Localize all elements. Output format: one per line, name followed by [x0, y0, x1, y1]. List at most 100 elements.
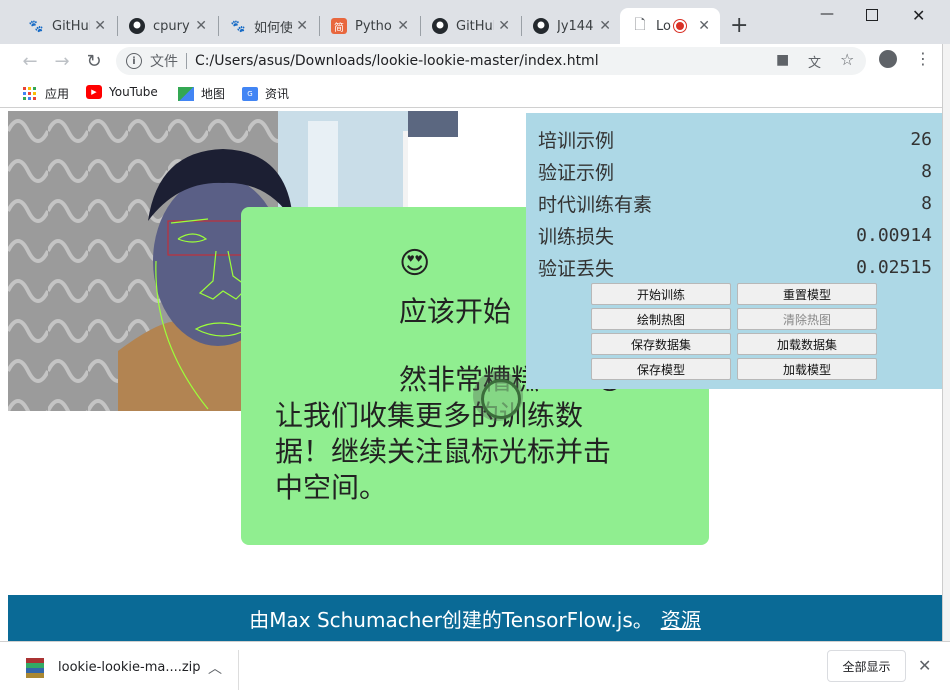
close-tab-icon[interactable]: ✕ [94, 18, 106, 34]
tab-1[interactable]: 🐾 GitHub ✕ [16, 8, 116, 44]
close-window-icon[interactable]: ✕ [912, 6, 925, 25]
start-training-button[interactable]: 开始训练 [591, 283, 731, 305]
browser-window: 🐾 GitHub ✕ cpury ✕ 🐾 如何使 ✕ 简 Python ✕ [0, 0, 950, 697]
camera-icon[interactable]: ■ [776, 52, 789, 68]
tab-4[interactable]: 简 Python ✕ [319, 8, 419, 44]
reset-model-button[interactable]: 重置模型 [737, 283, 877, 305]
github-icon [129, 18, 145, 34]
tab-2[interactable]: cpury ✕ [117, 8, 217, 44]
side-window-edge [942, 44, 950, 644]
show-all-button[interactable]: 全部显示 [827, 650, 906, 682]
apps-grid-icon [22, 86, 38, 101]
bookmark-maps[interactable]: 地图 [178, 85, 225, 102]
github-icon [533, 18, 549, 34]
save-model-button[interactable]: 保存模型 [591, 358, 731, 380]
close-icon[interactable]: ✕ [918, 656, 931, 675]
training-stats-panel: 培训示例 26 验证示例 8 时代训练有素 8 训练损失 0.00914 验证丢… [526, 113, 942, 389]
emoji-heart-eyes: 😍 [399, 246, 431, 281]
tab-title: GitHub [52, 18, 90, 34]
bookmark-news[interactable]: G 资讯 [242, 85, 289, 102]
card-line-3: 让我们收集更多的训练数 [275, 399, 584, 432]
tab-title: GitHub [456, 18, 494, 34]
tab-title: Jy144 [557, 18, 594, 34]
draw-heatmap-button[interactable]: 绘制热图 [591, 308, 731, 330]
tab-5[interactable]: GitHub ✕ [420, 8, 520, 44]
stat-training-loss: 训练损失 0.00914 [538, 219, 932, 251]
reload-icon[interactable]: ↻ [82, 49, 106, 73]
paw-icon: 🐾 [230, 19, 246, 33]
tab-6[interactable]: Jy144 ✕ [521, 8, 621, 44]
stat-validation-examples: 验证示例 8 [538, 155, 932, 187]
bookmark-label: YouTube [109, 85, 158, 99]
forward-icon[interactable]: → [50, 49, 74, 73]
load-dataset-button[interactable]: 加载数据集 [737, 333, 877, 355]
paw-icon: 🐾 [28, 19, 44, 33]
tab-title: 如何使 [254, 20, 292, 36]
stat-label: 验证示例 [538, 161, 615, 184]
card-line-5: 中空间。 [275, 471, 388, 504]
page-footer: 由Max Schumacher创建的TensorFlow.js。 资源 [8, 595, 942, 641]
bookmark-youtube[interactable]: ▶ YouTube [86, 85, 158, 99]
bookmarks-bar: 应用 ▶ YouTube 地图 G 资讯 [0, 80, 950, 108]
archive-icon [26, 658, 44, 678]
stat-value: 0.00914 [856, 224, 932, 246]
source-link[interactable]: 资源 [661, 604, 701, 633]
stat-training-examples: 培训示例 26 [538, 123, 932, 155]
star-icon[interactable]: ☆ [840, 50, 854, 69]
minimize-icon[interactable]: — [820, 6, 834, 22]
tab-active[interactable]: 🗋 Lo ✕ [620, 8, 720, 44]
stat-value: 8 [921, 160, 932, 182]
youtube-icon: ▶ [86, 85, 102, 99]
jian-icon: 简 [331, 18, 347, 34]
tab-3[interactable]: 🐾 如何使 ✕ [218, 8, 318, 44]
card-line-4: 据！继续关注鼠标光标并击 [275, 435, 612, 468]
close-tab-icon[interactable]: ✕ [296, 18, 308, 34]
stat-label: 验证丢失 [538, 257, 615, 280]
maps-icon [178, 86, 194, 101]
news-icon: G [242, 86, 258, 101]
browser-toolbar: ← → ↻ i 文件 C:/Users/asus/Downloads/looki… [0, 44, 950, 78]
load-model-button[interactable]: 加载模型 [737, 358, 877, 380]
close-tab-icon[interactable]: ✕ [599, 18, 611, 34]
menu-icon[interactable]: ⋮ [915, 49, 931, 68]
github-icon [432, 18, 448, 34]
stat-label: 时代训练有素 [538, 193, 653, 216]
card-line-1: 应该开始 [399, 295, 512, 328]
clear-heatmap-button[interactable]: 清除热图 [737, 308, 877, 330]
tab-title: cpury [153, 18, 190, 34]
shelf-divider [238, 650, 239, 690]
tab-strip: 🐾 GitHub ✕ cpury ✕ 🐾 如何使 ✕ 简 Python ✕ [0, 0, 950, 44]
download-filename[interactable]: lookie-lookie-ma....zip [58, 660, 201, 675]
stat-label: 培训示例 [538, 129, 615, 152]
new-tab-button[interactable]: + [730, 14, 748, 38]
target-cursor [473, 371, 523, 421]
close-tab-icon[interactable]: ✕ [698, 18, 710, 34]
page-viewport: 😍 应该开始 然非常糟糕……😕 让我们收集更多的训练数 据！继续关注鼠标光标并击… [8, 111, 942, 641]
maximize-icon[interactable] [866, 9, 878, 21]
bookmark-label: 资讯 [265, 87, 290, 101]
profile-icon[interactable] [879, 50, 897, 68]
close-tab-icon[interactable]: ✕ [498, 18, 510, 34]
stat-value: 26 [910, 128, 932, 150]
back-icon[interactable]: ← [18, 49, 42, 73]
eyes-preview [408, 111, 458, 137]
close-tab-icon[interactable]: ✕ [397, 18, 409, 34]
url-text[interactable]: C:/Users/asus/Downloads/lookie-lookie-ma… [195, 53, 599, 69]
tab-title: Lo [656, 18, 671, 34]
stat-validation-loss: 验证丢失 0.02515 [538, 251, 932, 283]
tab-title: Python [355, 18, 393, 34]
chevron-up-icon[interactable]: ︿ [208, 658, 222, 678]
bookmark-label: 地图 [201, 87, 226, 101]
bookmark-apps[interactable]: 应用 [22, 85, 69, 102]
stat-value: 0.02515 [856, 256, 932, 278]
page-icon: 🗋 [634, 17, 646, 33]
bookmark-label: 应用 [45, 87, 70, 101]
save-dataset-button[interactable]: 保存数据集 [591, 333, 731, 355]
footer-text: 由Max Schumacher创建的TensorFlow.js。 [249, 607, 653, 632]
recording-icon [674, 20, 686, 32]
address-bar[interactable]: i 文件 C:/Users/asus/Downloads/lookie-look… [116, 47, 866, 75]
info-icon[interactable]: i [126, 53, 142, 69]
translate-icon[interactable]: 文 [808, 52, 821, 71]
close-tab-icon[interactable]: ✕ [195, 18, 207, 34]
stat-value: 8 [921, 192, 932, 214]
